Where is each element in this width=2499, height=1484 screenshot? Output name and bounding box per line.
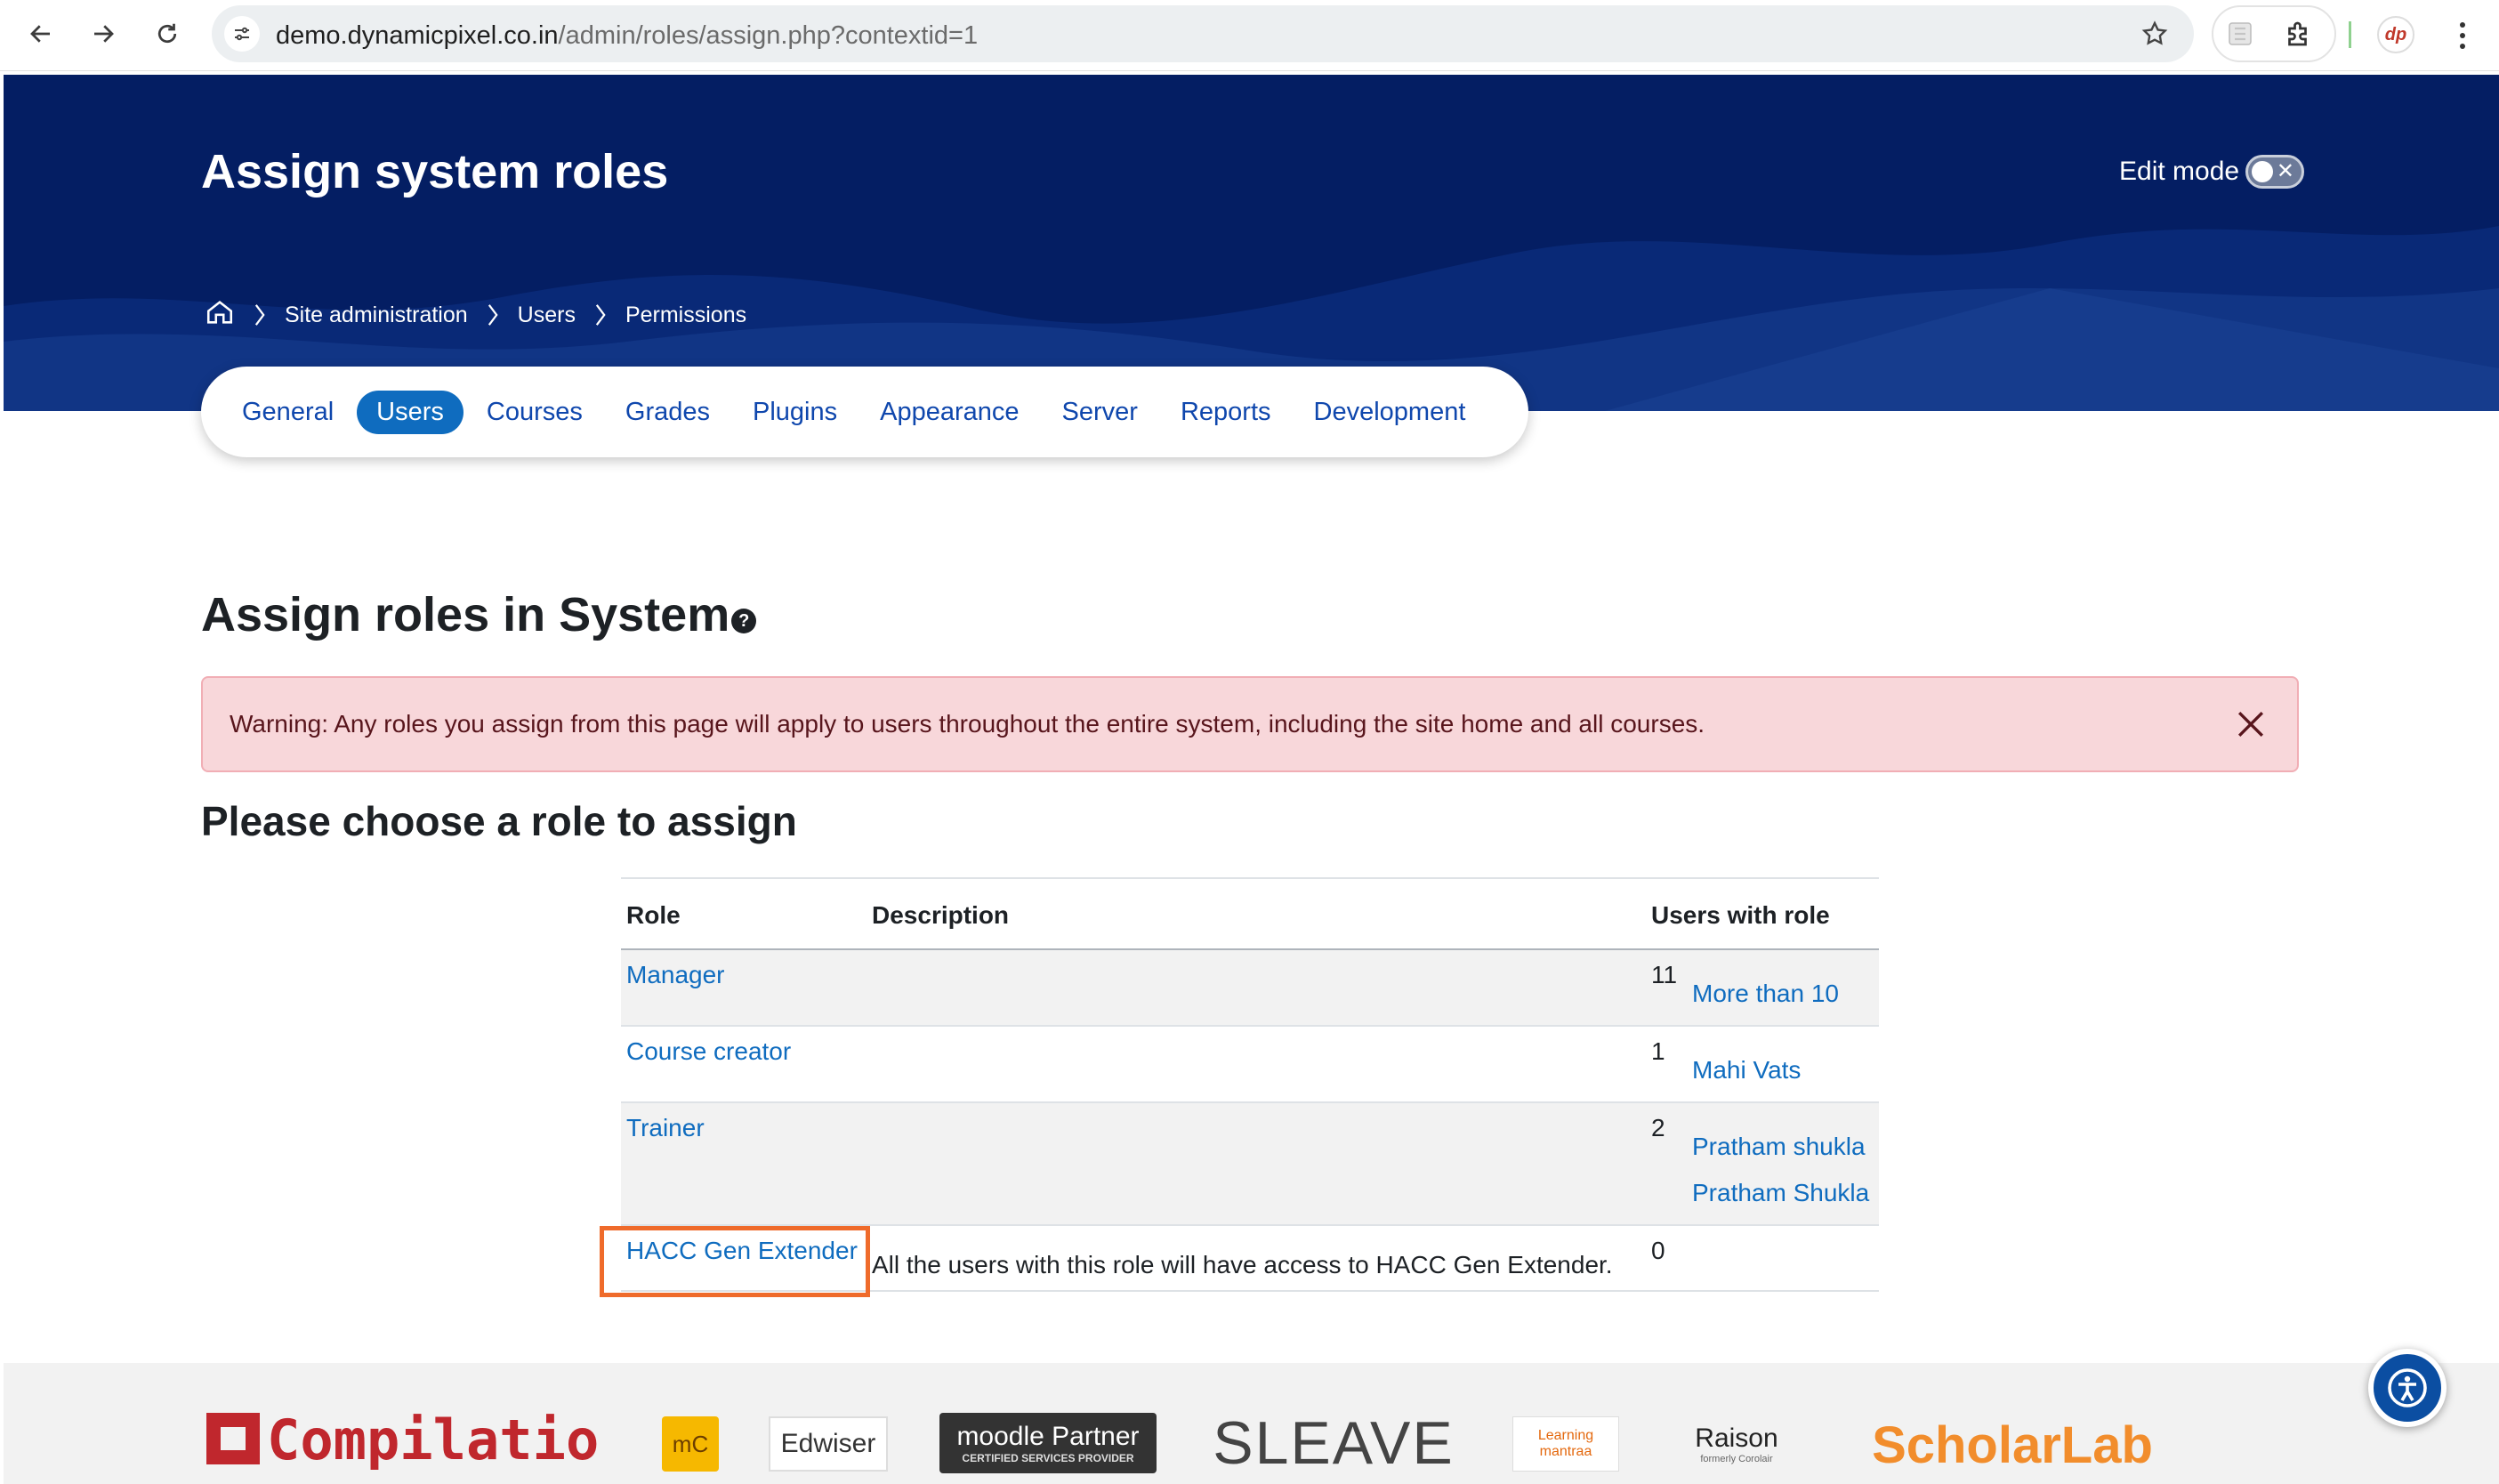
extension-icon[interactable] [2224,18,2256,50]
user-link[interactable]: Mahi Vats [1692,1050,1801,1091]
user-count: 2 [1651,1114,1665,1141]
arrow-right-icon [94,25,114,43]
user-link[interactable]: Pratham Shukla [1692,1173,1869,1214]
chevron-right-icon [251,302,269,327]
forward-button[interactable] [82,12,125,55]
section-heading: Assign roles in System ? [201,587,757,642]
tab-appearance[interactable]: Appearance [860,391,1038,434]
raison-text: Raison [1695,1424,1778,1453]
table-row: Course creator 1 Mahi Vats [621,1026,1879,1103]
column-header-users-with-role: Users with role [1646,878,1879,950]
address-bar[interactable]: demo.dynamicpixel.co.in/admin/roles/assi… [212,5,2194,62]
role-description [867,1026,1646,1103]
chevron-right-icon [484,302,502,327]
role-description [867,1102,1646,1226]
learning-mantraa-logo[interactable]: Learning mantraa [1512,1416,1619,1472]
edit-mode-toggle[interactable]: ✕ [2245,155,2304,189]
page-header: Assign system roles Edit mode ✕ Site adm… [4,75,2499,411]
compilatio-logo[interactable]: Compilatio [205,1409,610,1470]
sleave-logo[interactable]: SLEAVE [1208,1409,1459,1477]
url-host: demo.dynamicpixel.co.in [276,21,559,50]
close-icon [2237,711,2264,738]
user-link[interactable]: Pratham shukla [1692,1126,1869,1167]
table-header-row: Role Description Users with role [621,878,1879,950]
page-title: Assign system roles [201,145,669,198]
back-button[interactable] [20,12,62,55]
partner-logos-footer: Compilatio mC Edwiser moodle Partner CER… [4,1363,2499,1484]
compilatio-text: Compilatio [267,1409,599,1470]
site-settings-icon[interactable] [224,16,260,52]
breadcrumb-site-administration[interactable]: Site administration [285,302,468,328]
breadcrumb-permissions[interactable]: Permissions [625,302,746,328]
warning-message: Warning: Any roles you assign from this … [230,710,1705,738]
tab-server[interactable]: Server [1043,391,1157,434]
edwiser-logo[interactable]: Edwiser [769,1416,888,1472]
section-heading-text: Assign roles in System [201,588,730,641]
table-row: Trainer 2 Pratham shukla Pratham Shukla [621,1102,1879,1226]
reload-icon [157,23,177,44]
accessibility-icon [2388,1368,2427,1407]
role-link-trainer[interactable]: Trainer [626,1114,705,1141]
close-alert-button[interactable] [2231,705,2270,744]
accessibility-button[interactable] [2368,1349,2447,1427]
raison-logo[interactable]: Raison formerly Corolair [1673,1416,1801,1472]
role-description: All the users with this role will have a… [872,1251,1613,1278]
tab-plugins[interactable]: Plugins [733,391,857,434]
url-text: demo.dynamicpixel.co.in/admin/roles/assi… [276,21,978,51]
warning-alert: Warning: Any roles you assign from this … [201,676,2299,772]
breadcrumb: Site administration Users Permissions [205,297,746,333]
roles-table: Role Description Users with role Manager… [600,877,1879,1297]
tab-reports[interactable]: Reports [1161,391,1291,434]
admin-secondary-nav: General Users Courses Grades Plugins App… [201,367,1528,457]
user-link[interactable]: More than 10 [1692,973,1839,1014]
puzzle-icon[interactable] [2283,18,2315,50]
home-icon[interactable] [205,297,235,334]
raison-subtext: formerly Corolair [1700,1454,1773,1464]
table-row: HACC Gen Extender All the users with thi… [600,1225,1879,1297]
role-link-course-creator[interactable]: Course creator [626,1037,791,1065]
browser-menu-icon[interactable] [2445,16,2480,55]
scholarlab-logo[interactable]: ScholarLab [1861,1411,2164,1479]
toolbar-divider [2349,21,2351,48]
moodle-partner-logo[interactable]: moodle Partner CERTIFIED SERVICES PROVID… [939,1413,1157,1473]
column-header-role: Role [621,878,867,950]
reload-button[interactable] [146,12,189,55]
role-link-manager[interactable]: Manager [626,961,725,988]
tab-courses[interactable]: Courses [467,391,602,434]
table-row: Manager 11 More than 10 [621,949,1879,1027]
user-count: 11 [1651,961,1678,988]
tab-general[interactable]: General [222,391,353,434]
choose-role-heading: Please choose a role to assign [201,798,797,844]
user-count: 0 [1651,1237,1665,1264]
highlighted-role-cell: HACC Gen Extender [600,1226,870,1297]
browser-toolbar: demo.dynamicpixel.co.in/admin/roles/assi… [0,0,2499,71]
chevron-right-icon [592,302,609,327]
tab-users[interactable]: Users [357,390,464,434]
toggle-knob [2252,161,2273,182]
moodle-partner-subtext: CERTIFIED SERVICES PROVIDER [962,1452,1134,1464]
tab-grades[interactable]: Grades [606,391,730,434]
mc-logo[interactable]: mC [662,1416,719,1472]
toggle-off-icon: ✕ [2276,159,2294,183]
question-circle-icon[interactable]: ? [731,609,757,633]
user-count: 1 [1651,1037,1665,1065]
moodle-partner-text: moodle Partner [956,1422,1140,1451]
column-header-description: Description [867,878,1646,950]
url-path: /admin/roles/assign.php?contextid=1 [558,21,979,50]
edit-mode-label: Edit mode [2119,157,2240,186]
tab-development[interactable]: Development [1294,391,1486,434]
role-description [867,949,1646,1027]
arrow-left-icon [30,25,50,43]
highlight-box [600,1226,870,1297]
profile-avatar[interactable]: dp [2377,16,2414,53]
bookmark-star-icon[interactable] [2140,20,2169,52]
header-waves-decoration [4,226,2499,411]
breadcrumb-users[interactable]: Users [518,302,576,328]
